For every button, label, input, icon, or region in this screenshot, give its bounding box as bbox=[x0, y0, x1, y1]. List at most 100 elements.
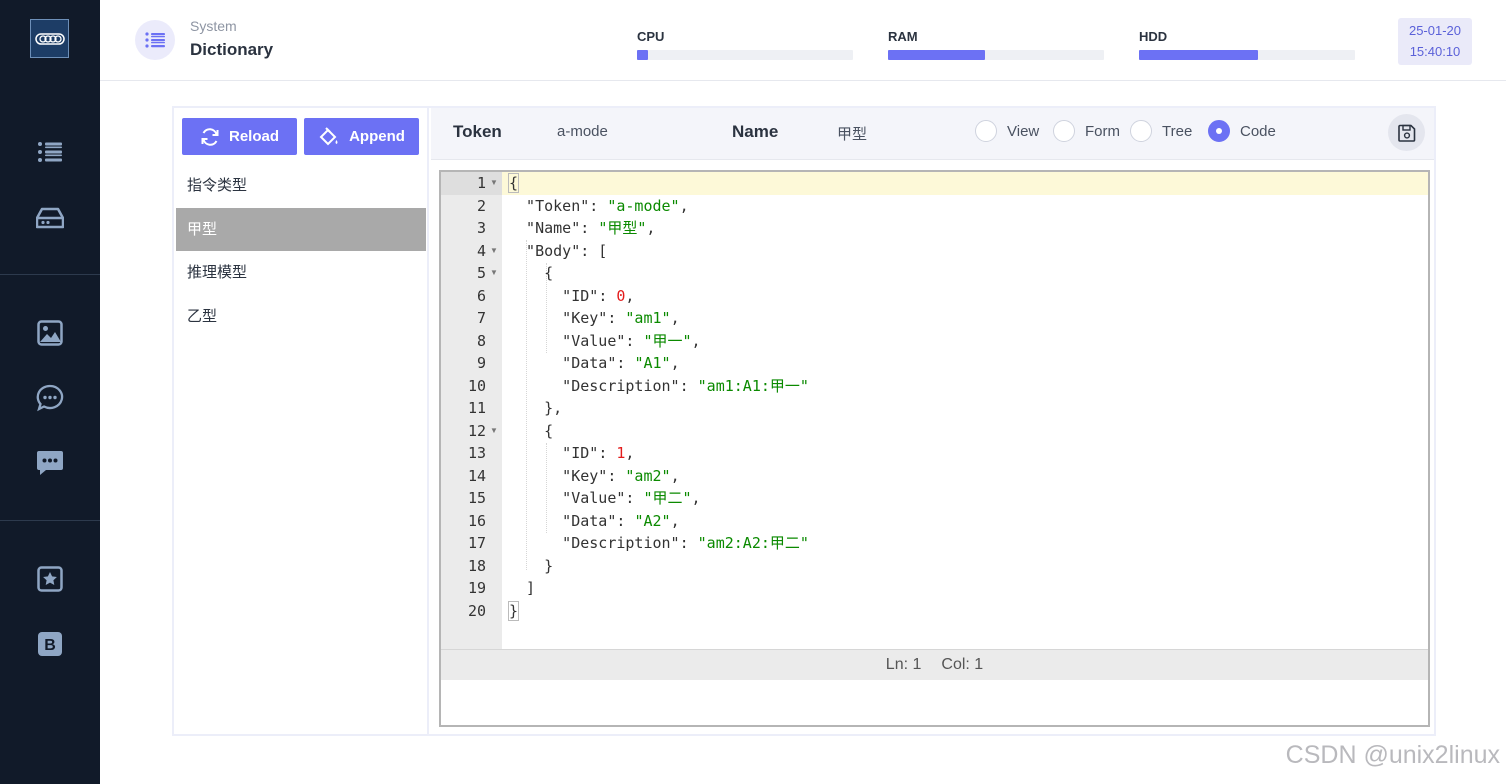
message-filled-icon[interactable] bbox=[34, 447, 66, 479]
fold-toggle-icon[interactable]: ▼ bbox=[490, 262, 498, 285]
list-item[interactable]: 指令类型 bbox=[176, 164, 426, 208]
reload-button[interactable]: Reload bbox=[182, 118, 297, 155]
line-number: 12 bbox=[467, 421, 486, 440]
list-icon[interactable] bbox=[135, 20, 175, 60]
code-line: { bbox=[508, 421, 554, 440]
code-line: "Data": "A2", bbox=[508, 511, 680, 530]
sidebar: B bbox=[0, 0, 100, 784]
ram-fill bbox=[888, 50, 986, 60]
fold-toggle-icon[interactable]: ▼ bbox=[490, 172, 498, 195]
code-line: "Body": [ bbox=[508, 241, 608, 260]
cpu-meter: CPU bbox=[637, 29, 853, 60]
line-number: 8 bbox=[476, 331, 486, 350]
line-number: 6 bbox=[476, 286, 486, 305]
code-line: { bbox=[508, 173, 520, 193]
code-editor[interactable]: 1 ▼ 2 3 4 ▼ 5 ▼ 6 7 8 9 10 11 12 ▼ 13 14 15 16 17 18 19 20 { "T… bbox=[439, 170, 1430, 727]
paint-fill-icon bbox=[319, 126, 338, 145]
code-line: "Token": "a-mode", bbox=[508, 196, 689, 215]
code-line: "Value": "甲二", bbox=[508, 489, 701, 507]
save-icon bbox=[1397, 124, 1415, 142]
line-number: 3 bbox=[476, 219, 486, 237]
code-line: "Value": "甲一", bbox=[508, 331, 701, 350]
line-number: 20 bbox=[467, 601, 486, 620]
code-line: "Data": "A1", bbox=[508, 354, 680, 372]
cpu-fill bbox=[637, 50, 648, 60]
code-line: "Description": "am1:A1:甲一" bbox=[508, 376, 809, 395]
hdd-track bbox=[1139, 50, 1355, 60]
mode-label: View bbox=[1007, 122, 1040, 140]
name-value: 甲型 bbox=[837, 126, 868, 143]
page-title: Dictionary bbox=[190, 40, 274, 59]
list-item-selected[interactable]: 甲型 bbox=[176, 207, 426, 251]
radio-circle-selected[interactable] bbox=[1208, 120, 1230, 142]
watermark: CSDN @unix2linux bbox=[1285, 741, 1500, 769]
logo-rings-icon bbox=[34, 32, 65, 45]
code-line: "Name": "甲型", bbox=[508, 219, 656, 237]
time-text: 15:40:10 bbox=[1409, 44, 1461, 59]
star-square-icon[interactable] bbox=[34, 563, 66, 595]
line-number: 14 bbox=[467, 466, 486, 485]
mode-label: Tree bbox=[1162, 122, 1193, 140]
save-button[interactable] bbox=[1388, 114, 1425, 151]
mode-radio-view[interactable]: View bbox=[975, 120, 1039, 142]
svg-text:B: B bbox=[44, 637, 56, 654]
radio-circle[interactable] bbox=[975, 120, 997, 142]
list-item[interactable]: 推理模型 bbox=[176, 251, 426, 295]
line-number: 15 bbox=[467, 489, 486, 507]
header: System Dictionary CPU RAM HDD 25-01-20 1… bbox=[100, 0, 1506, 81]
fold-toggle-icon[interactable]: ▼ bbox=[490, 420, 498, 443]
code-line: }, bbox=[508, 399, 563, 417]
image-icon[interactable] bbox=[34, 317, 66, 349]
code-line: "ID": 1, bbox=[508, 444, 635, 462]
dictionary-list-panel: Reload Append 指令类型 甲型 推理模型 乙型 bbox=[174, 108, 429, 734]
name-label: Name bbox=[732, 122, 779, 141]
hdd-label: HDD bbox=[1139, 29, 1168, 44]
chat-dots-icon[interactable] bbox=[34, 382, 66, 414]
ram-label: RAM bbox=[888, 29, 918, 44]
token-value: a-mode bbox=[557, 123, 608, 140]
code-line: "Key": "am1", bbox=[508, 309, 680, 327]
sidebar-divider bbox=[0, 274, 100, 275]
line-number: 18 bbox=[467, 556, 486, 575]
fold-toggle-icon[interactable]: ▼ bbox=[490, 240, 498, 263]
line-number: 9 bbox=[476, 354, 486, 372]
hdd-meter: HDD bbox=[1139, 29, 1355, 60]
line-number: 10 bbox=[467, 376, 486, 395]
line-number: 17 bbox=[467, 534, 486, 552]
mode-radio-code[interactable]: Code bbox=[1208, 120, 1276, 142]
list-icon[interactable] bbox=[34, 136, 66, 168]
list-item[interactable]: 乙型 bbox=[176, 295, 426, 339]
code-line: "Description": "am2:A2:甲二" bbox=[508, 534, 809, 552]
radio-circle[interactable] bbox=[1053, 120, 1075, 142]
radio-circle[interactable] bbox=[1130, 120, 1152, 142]
bold-b-icon[interactable]: B bbox=[34, 628, 66, 660]
dictionary-list: 指令类型 甲型 推理模型 乙型 bbox=[176, 164, 426, 338]
cursor-line: Ln: 1 bbox=[885, 656, 922, 673]
code-line: "Key": "am2", bbox=[508, 466, 680, 485]
mode-radio-form[interactable]: Form bbox=[1053, 120, 1120, 142]
line-number: 16 bbox=[467, 511, 486, 530]
line-number: 5 bbox=[476, 264, 486, 282]
token-label: Token bbox=[453, 122, 502, 141]
entry-detail-panel: Token a-mode Name 甲型 View Form Tree Code bbox=[431, 108, 1434, 734]
drive-icon[interactable] bbox=[34, 202, 66, 234]
cpu-track bbox=[637, 50, 853, 60]
reload-label: Reload bbox=[228, 128, 279, 145]
code-line: ] bbox=[508, 579, 536, 597]
app-logo[interactable] bbox=[30, 19, 69, 58]
ram-meter: RAM bbox=[888, 29, 1104, 60]
code-line: "ID": 0, bbox=[508, 286, 635, 305]
cpu-label: CPU bbox=[637, 29, 665, 44]
mode-label: Form bbox=[1085, 122, 1120, 140]
code-content[interactable]: { "Token": "a-mode", "Name": "甲型", "Body… bbox=[502, 172, 1428, 649]
append-button[interactable]: Append bbox=[304, 118, 419, 155]
line-number: 1 bbox=[476, 174, 486, 192]
line-number: 11 bbox=[467, 399, 486, 417]
hdd-fill bbox=[1139, 50, 1258, 60]
entry-toolbar: Token a-mode Name 甲型 View Form Tree Code bbox=[431, 108, 1434, 160]
code-line: } bbox=[508, 556, 554, 575]
line-number: 19 bbox=[467, 579, 486, 597]
line-number: 4 bbox=[476, 241, 486, 260]
mode-radio-tree[interactable]: Tree bbox=[1130, 120, 1192, 142]
code-line: { bbox=[508, 264, 554, 282]
